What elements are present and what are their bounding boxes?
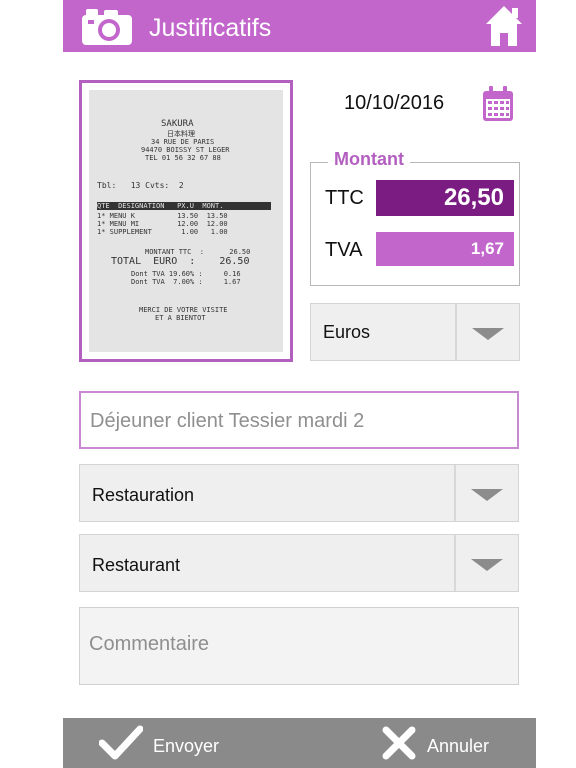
receipt-line: Dont TVA 19.60% : 0.16	[131, 270, 241, 278]
camera-icon[interactable]	[80, 6, 134, 46]
send-button-label: Envoyer	[153, 736, 220, 756]
montant-legend: Montant	[328, 149, 410, 170]
page-title: Justificatifs	[149, 14, 272, 42]
date-field[interactable]: 10/10/2016	[344, 92, 444, 115]
category-select[interactable]: Restauration	[79, 464, 519, 522]
receipt-line: Tbl: 13 Cvts: 2	[97, 181, 184, 190]
cancel-button[interactable]: Annuler	[381, 718, 521, 768]
receipt-line: TEL 01 56 32 67 88	[145, 154, 221, 162]
currency-select[interactable]: Euros	[310, 303, 520, 361]
comment-input[interactable]: Commentaire	[79, 607, 519, 685]
header-bar: Justificatifs	[63, 0, 536, 52]
category-value: Restauration	[92, 485, 195, 505]
receipt-line: 1* MENU K 13.50 13.50	[97, 212, 228, 220]
checkmark-icon	[99, 725, 143, 760]
receipt-line: 1* MENU MI 12.00 12.00	[97, 220, 228, 228]
description-input[interactable]: Déjeuner client Tessier mardi 2	[79, 391, 519, 449]
tva-amount-field[interactable]: 1,67	[376, 232, 514, 266]
category-dropdown-button[interactable]	[454, 465, 518, 521]
footer-bar: Envoyer Annuler	[63, 718, 536, 768]
subcategory-value: Restaurant	[92, 555, 181, 575]
tva-label: TVA	[325, 239, 363, 261]
cancel-button-label: Annuler	[427, 736, 490, 756]
send-button[interactable]: Envoyer	[99, 718, 239, 768]
receipt-line: 34 RUE DE PARIS	[151, 138, 215, 146]
subcategory-select[interactable]: Restaurant	[79, 534, 519, 592]
receipt-image: SAKURA 日本料理 34 RUE DE PARIS 94470 BOISSY…	[89, 90, 283, 352]
ttc-amount-field[interactable]: 26,50	[376, 180, 514, 216]
chevron-down-icon	[471, 489, 503, 501]
currency-dropdown-button[interactable]	[455, 304, 519, 360]
receipt-line: MONTANT TTC : 26.50	[145, 248, 251, 256]
receipt-line: 94470 BOISSY ST LEGER	[141, 146, 230, 154]
receipt-line: MERCI DE VOTRE VISITE	[139, 306, 228, 314]
subcategory-dropdown-button[interactable]	[454, 535, 518, 591]
app-window: Justificatifs SAKURA 日本料理 34 RUE DE PARI…	[63, 0, 536, 768]
calendar-icon[interactable]	[482, 86, 514, 122]
receipt-line: SAKURA	[161, 119, 194, 129]
receipt-line: 日本料理	[167, 130, 195, 138]
chevron-down-icon	[471, 559, 503, 571]
receipt-photo[interactable]: SAKURA 日本料理 34 RUE DE PARIS 94470 BOISSY…	[79, 80, 293, 362]
receipt-line: 1* SUPPLEMENT 1.00 1.00	[97, 228, 228, 236]
receipt-line: ET A BIENTOT	[155, 314, 206, 322]
ttc-label: TTC	[325, 187, 364, 209]
receipt-line: TOTAL EURO : 26.50	[111, 256, 250, 267]
home-icon[interactable]	[484, 4, 524, 48]
currency-value: Euros	[323, 322, 371, 342]
receipt-line: Dont TVA 7.00% : 1.67	[131, 278, 241, 286]
receipt-line: QTE DESIGNATION PX.U MONT.	[97, 202, 271, 210]
chevron-down-icon	[472, 328, 504, 340]
close-icon	[382, 726, 416, 760]
